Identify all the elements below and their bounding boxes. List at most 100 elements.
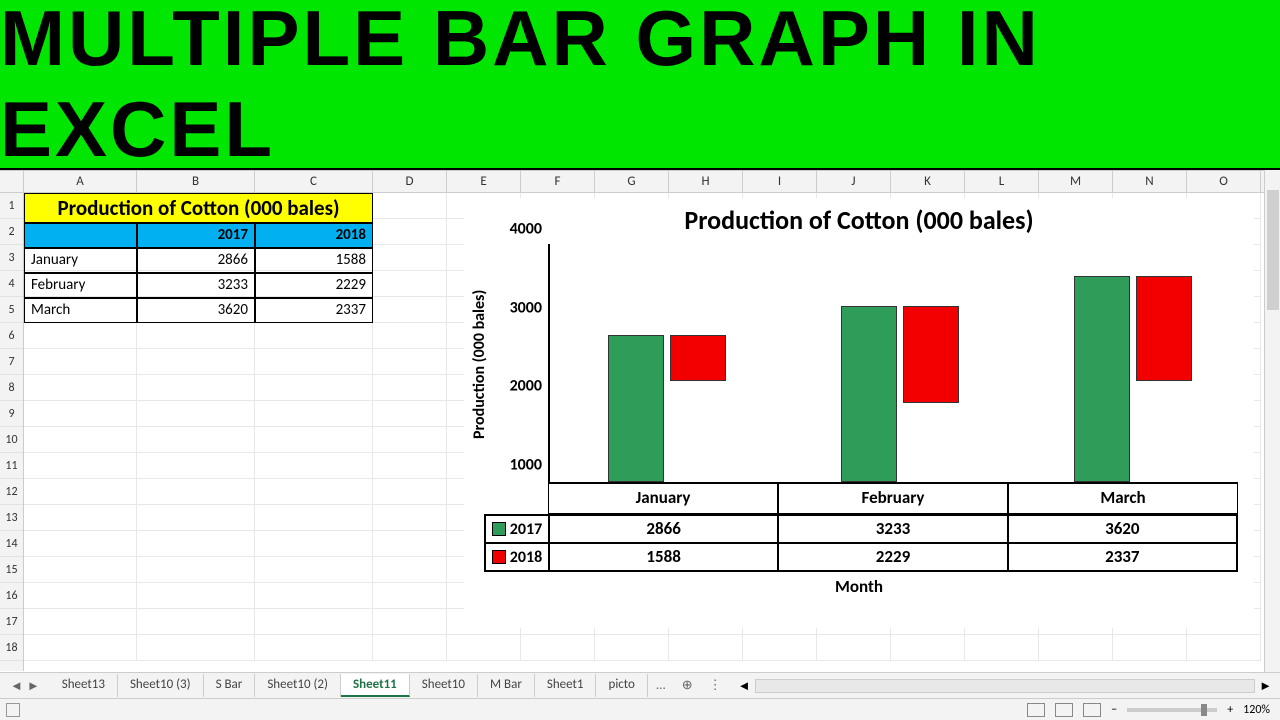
y-axis-label: Production (000 bales) bbox=[470, 244, 494, 484]
table-cell[interactable]: 2866 bbox=[137, 248, 255, 273]
data-table: Production of Cotton (000 bales) 2017 20… bbox=[24, 193, 373, 323]
vertical-scrollbar[interactable] bbox=[1264, 170, 1280, 672]
zoom-out-icon[interactable]: − bbox=[1111, 703, 1117, 717]
row-header[interactable]: 10 bbox=[0, 427, 23, 453]
y-tick: 4000 bbox=[510, 220, 542, 239]
table-cell[interactable]: March bbox=[24, 298, 137, 323]
sheet-tab[interactable]: Sheet10 bbox=[410, 674, 478, 697]
nav-next-icon[interactable]: ► bbox=[27, 678, 40, 694]
sheet-tab[interactable]: Sheet11 bbox=[341, 674, 410, 697]
row-header[interactable]: 5 bbox=[0, 297, 23, 323]
column-header[interactable]: I bbox=[743, 171, 817, 192]
row-header[interactable]: 14 bbox=[0, 531, 23, 557]
table-cell[interactable]: 1588 bbox=[255, 248, 373, 273]
legend-value: 2866 bbox=[549, 515, 778, 543]
zoom-thumb[interactable] bbox=[1201, 704, 1207, 716]
record-macro-icon[interactable] bbox=[6, 703, 20, 717]
column-header[interactable]: A bbox=[24, 171, 137, 192]
cell-grid[interactable]: Production of Cotton (000 bales) 2017 20… bbox=[24, 193, 1280, 671]
legend-value: 3233 bbox=[778, 515, 1007, 543]
row-header[interactable]: 15 bbox=[0, 557, 23, 583]
column-header[interactable]: J bbox=[817, 171, 891, 192]
column-header[interactable]: D bbox=[373, 171, 447, 192]
column-header[interactable]: E bbox=[447, 171, 521, 192]
legend-swatch-icon bbox=[492, 550, 506, 564]
tab-nav-arrows[interactable]: ◄ ► bbox=[0, 678, 50, 694]
table-cell[interactable]: 2337 bbox=[255, 298, 373, 323]
scrollbar-track[interactable] bbox=[755, 679, 1256, 693]
sheet-tab[interactable]: Sheet1 bbox=[535, 674, 597, 697]
scroll-left-icon[interactable]: ◄ bbox=[738, 678, 751, 694]
tab-divider: ⋮ bbox=[701, 678, 730, 693]
normal-view-icon[interactable] bbox=[1027, 703, 1045, 717]
scroll-right-icon[interactable]: ► bbox=[1259, 678, 1272, 694]
table-title: Production of Cotton (000 bales) bbox=[24, 193, 373, 223]
column-header[interactable]: F bbox=[521, 171, 595, 192]
sheet-tab[interactable]: Sheet10 (2) bbox=[255, 674, 341, 697]
column-header[interactable]: H bbox=[669, 171, 743, 192]
column-headers: ABCDEFGHIJKLMNO bbox=[0, 171, 1280, 193]
horizontal-scrollbar[interactable]: ◄ ► bbox=[730, 678, 1280, 694]
column-header[interactable]: O bbox=[1187, 171, 1261, 192]
zoom-slider[interactable] bbox=[1127, 708, 1217, 712]
row-header[interactable]: 12 bbox=[0, 479, 23, 505]
column-header[interactable]: C bbox=[255, 171, 373, 192]
row-header[interactable]: 13 bbox=[0, 505, 23, 531]
table-cell[interactable]: 3233 bbox=[137, 273, 255, 298]
table-row: March 3620 2337 bbox=[24, 298, 373, 323]
page-break-view-icon[interactable] bbox=[1083, 703, 1101, 717]
column-header[interactable]: B bbox=[137, 171, 255, 192]
row-header[interactable]: 17 bbox=[0, 609, 23, 635]
category-labels: JanuaryFebruaryMarch bbox=[548, 484, 1238, 514]
row-header[interactable]: 4 bbox=[0, 271, 23, 297]
row-header[interactable]: 3 bbox=[0, 245, 23, 271]
column-header[interactable]: N bbox=[1113, 171, 1187, 192]
row-header[interactable]: 18 bbox=[0, 635, 23, 661]
table-cell[interactable]: February bbox=[24, 273, 137, 298]
row-header[interactable]: 16 bbox=[0, 583, 23, 609]
table-header-blank bbox=[24, 223, 137, 248]
column-header[interactable]: K bbox=[891, 171, 965, 192]
row-header[interactable]: 7 bbox=[0, 349, 23, 375]
sheet-tab[interactable]: picto bbox=[596, 674, 647, 697]
column-header[interactable]: M bbox=[1039, 171, 1113, 192]
row-header[interactable]: 11 bbox=[0, 453, 23, 479]
bar-chart[interactable]: Production of Cotton (000 bales) Product… bbox=[464, 198, 1254, 628]
table-cell[interactable]: 2229 bbox=[255, 273, 373, 298]
row-header[interactable]: 6 bbox=[0, 323, 23, 349]
table-cell[interactable]: January bbox=[24, 248, 137, 273]
y-tick: 2000 bbox=[510, 377, 542, 396]
legend-key: 2018 bbox=[485, 543, 549, 571]
table-header-2018: 2018 bbox=[255, 223, 373, 248]
zoom-level[interactable]: 120% bbox=[1243, 703, 1270, 717]
scrollbar-thumb[interactable] bbox=[1267, 190, 1279, 310]
legend-series-name: 2018 bbox=[510, 548, 542, 567]
column-header[interactable]: G bbox=[595, 171, 669, 192]
sheet-tab[interactable]: Sheet13 bbox=[50, 674, 118, 697]
add-sheet-icon[interactable]: ⊕ bbox=[674, 678, 701, 693]
sheet-tab[interactable]: Sheet10 (3) bbox=[118, 674, 204, 697]
row-headers: 123456789101112131415161718 bbox=[0, 193, 24, 671]
zoom-in-icon[interactable]: + bbox=[1227, 703, 1233, 717]
y-tick: 1000 bbox=[510, 456, 542, 475]
bar bbox=[841, 306, 897, 482]
row-header[interactable]: 9 bbox=[0, 401, 23, 427]
column-header[interactable]: L bbox=[965, 171, 1039, 192]
select-all-corner[interactable] bbox=[0, 171, 24, 192]
sheet-tab[interactable]: M Bar bbox=[478, 674, 535, 697]
sheet-tab[interactable]: S Bar bbox=[204, 674, 256, 697]
table-cell[interactable]: 3620 bbox=[137, 298, 255, 323]
y-tick: 3000 bbox=[510, 298, 542, 317]
legend-value: 2229 bbox=[778, 543, 1007, 571]
tabs-more[interactable]: ... bbox=[648, 678, 674, 693]
row-header[interactable]: 1 bbox=[0, 193, 23, 219]
sheet-tab-bar: ◄ ► Sheet13Sheet10 (3)S BarSheet10 (2)Sh… bbox=[0, 672, 1280, 698]
page-layout-view-icon[interactable] bbox=[1055, 703, 1073, 717]
bar bbox=[608, 335, 664, 482]
spreadsheet-area: ABCDEFGHIJKLMNO 123456789101112131415161… bbox=[0, 170, 1280, 670]
table-row: February 3233 2229 bbox=[24, 273, 373, 298]
row-header[interactable]: 2 bbox=[0, 219, 23, 245]
nav-prev-icon[interactable]: ◄ bbox=[10, 678, 23, 694]
legend-swatch-icon bbox=[492, 522, 506, 536]
row-header[interactable]: 8 bbox=[0, 375, 23, 401]
